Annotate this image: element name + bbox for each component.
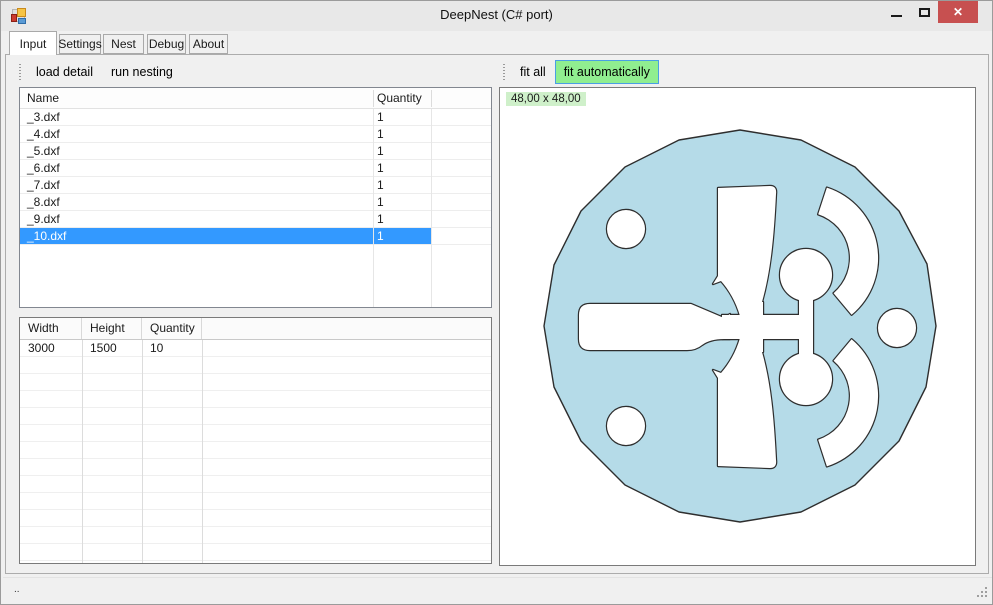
app-window: DeepNest (C# port) ✕ Input Settings Nest… — [0, 0, 993, 605]
list-item[interactable]: _9.dxf1 — [20, 211, 491, 228]
minimize-button[interactable] — [882, 1, 910, 23]
cell-width[interactable]: 3000 — [20, 340, 82, 357]
list-item[interactable]: _3.dxf1 — [20, 109, 491, 126]
column-gridline — [431, 109, 432, 307]
tab-nest[interactable]: Nest — [103, 34, 144, 54]
sheets-grid-header: Width Height Quantity — [20, 318, 491, 340]
column-gridline — [82, 340, 83, 563]
close-button[interactable]: ✕ — [938, 1, 978, 23]
header-divider[interactable] — [431, 90, 432, 107]
column-gridline — [202, 340, 203, 563]
parts-list-header: Name Quantity — [20, 88, 491, 109]
column-gridline — [373, 109, 374, 307]
list-item[interactable]: _4.dxf1 — [20, 126, 491, 143]
column-header-quantity[interactable]: Quantity — [142, 318, 202, 339]
run-nesting-button[interactable]: run nesting — [102, 60, 182, 84]
column-gridline — [142, 340, 143, 563]
preview-canvas[interactable]: 48,00 x 48,00 — [499, 87, 976, 566]
maximize-button[interactable] — [910, 1, 938, 23]
part-size-label: 48,00 x 48,00 — [506, 92, 586, 106]
sheets-grid: Width Height Quantity 3000 1500 10 — [19, 317, 492, 564]
cell-height[interactable]: 1500 — [82, 340, 142, 357]
toolbar-grip-icon[interactable] — [503, 64, 505, 80]
left-toolbar: load detail run nesting — [15, 59, 492, 85]
title-bar[interactable]: DeepNest (C# port) ✕ — [1, 1, 992, 31]
tab-about[interactable]: About — [189, 34, 228, 54]
minimize-icon — [891, 15, 902, 17]
list-item[interactable]: _5.dxf1 — [20, 143, 491, 160]
column-header-quantity[interactable]: Quantity — [377, 91, 422, 105]
tab-input[interactable]: Input — [9, 31, 57, 55]
close-icon: ✕ — [953, 5, 963, 19]
column-header-height[interactable]: Height — [82, 318, 142, 339]
maximize-icon — [919, 8, 930, 17]
part-preview-drawing — [500, 88, 977, 567]
right-toolbar: fit all fit automatically — [499, 59, 976, 85]
column-header-width[interactable]: Width — [20, 318, 82, 339]
load-detail-button[interactable]: load detail — [27, 60, 102, 84]
resize-grip-icon[interactable] — [977, 587, 989, 599]
fit-automatically-button[interactable]: fit automatically — [555, 60, 659, 84]
list-item[interactable]: _7.dxf1 — [20, 177, 491, 194]
list-item-selected[interactable]: _10.dxf1 — [20, 228, 491, 245]
list-item[interactable]: _6.dxf1 — [20, 160, 491, 177]
list-item[interactable]: _8.dxf1 — [20, 194, 491, 211]
header-divider[interactable] — [373, 90, 374, 107]
grid-lines — [20, 340, 491, 563]
cell-quantity[interactable]: 10 — [142, 340, 202, 357]
toolbar-grip-icon[interactable] — [19, 64, 21, 80]
parts-list: Name Quantity _3.dxf1 _4.dxf1 _5.dxf1 _6… — [19, 87, 492, 308]
status-text: .. — [14, 584, 20, 595]
tab-settings[interactable]: Settings — [59, 34, 101, 54]
status-bar: .. — [3, 577, 992, 602]
fit-all-button[interactable]: fit all — [511, 60, 555, 84]
tab-debug[interactable]: Debug — [147, 34, 186, 54]
window-title: DeepNest (C# port) — [1, 7, 992, 22]
column-header-name[interactable]: Name — [27, 91, 59, 105]
